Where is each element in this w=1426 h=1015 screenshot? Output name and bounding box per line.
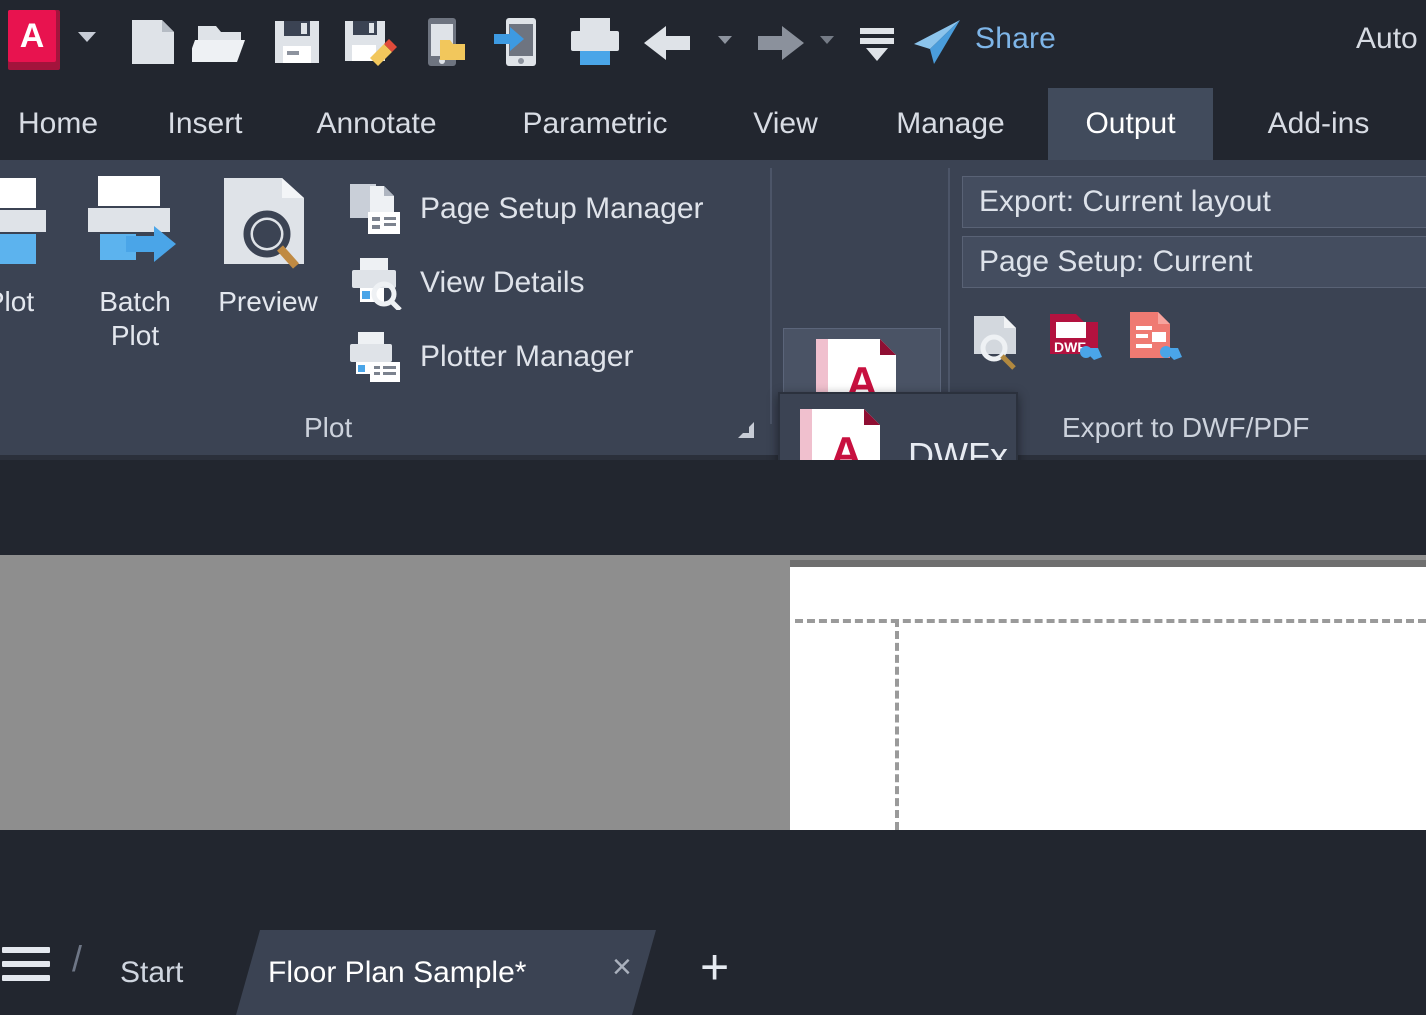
batch-plot-button[interactable]: Batch Plot [70,170,200,353]
view-details-icon [348,256,402,310]
panel-separator-2 [948,168,950,424]
printable-area-dashed-line-vertical [895,619,899,830]
preview-button[interactable]: Preview [200,170,336,319]
ribbon-tab-insert[interactable]: Insert [140,88,270,160]
plot-big-button[interactable]: Plot [0,170,70,319]
share-button[interactable] [908,14,966,70]
dwf-settings-button[interactable]: DWF [1046,310,1108,372]
ribbon-tab-bar: Home Insert Annotate Parametric View Man… [0,88,1426,160]
autodesk-logo-letter: A [8,10,56,62]
batch-plot-label-line1: Batch [70,285,200,319]
dwf-settings-icon: DWF [1046,310,1108,372]
ribbon-panel-area: Plot Batch Plot Preview [0,160,1426,460]
floppy-save-as-icon [340,14,398,70]
ribbon-tab-output[interactable]: Output [1048,88,1213,160]
view-details-label: View Details [420,266,585,300]
export-scope-value: Export: Current layout [979,185,1271,219]
printable-area-dashed-line-horizontal [795,619,1426,623]
paper-plane-icon [908,14,966,70]
qat-dropdown-icon [848,14,906,70]
undo-button[interactable] [642,14,700,70]
hamburger-menu-icon[interactable] [2,947,50,987]
dialog-launcher-icon [732,416,760,444]
ribbon-tab-parametric[interactable]: Parametric [486,88,704,160]
plotter-manager-item[interactable]: Plotter Manager [348,330,633,384]
save-to-web-mobile-button[interactable] [492,14,550,70]
preview-export-icon [970,310,1030,370]
folder-open-icon [192,14,250,70]
new-drawing-button[interactable] [124,14,182,70]
undo-dropdown-chevron-down-icon[interactable] [718,36,732,44]
file-tab-bar: / Start Floor Plan Sample* × + [0,460,1426,555]
file-tab-floor-plan-sample[interactable]: Floor Plan Sample* [268,930,526,1015]
redo-dropdown-chevron-down-icon[interactable] [820,36,834,44]
mobile-folder-icon [416,14,474,70]
ribbon-tab-view[interactable]: View [728,88,843,160]
undo-arrow-icon [642,14,700,70]
ribbon-tab-home[interactable]: Home [0,88,138,160]
page-icon [124,14,182,70]
redo-button[interactable] [748,14,806,70]
drawing-canvas[interactable] [0,555,1426,830]
pdf-settings-button[interactable] [1126,310,1188,372]
ribbon-tab-addins[interactable]: Add-ins [1236,88,1401,160]
share-label[interactable]: Share [975,22,1056,56]
save-as-button[interactable] [340,14,398,70]
plot-panel-title: Plot [304,412,352,444]
page-setup-manager-label: Page Setup Manager [420,192,704,226]
panel-separator [770,168,772,424]
page-setup-manager-item[interactable]: Page Setup Manager [348,182,704,236]
autodesk-logo-button[interactable]: A [8,10,60,70]
plot-big-button-label: Plot [0,285,70,319]
redo-arrow-icon [748,14,806,70]
ribbon-tab-manage[interactable]: Manage [868,88,1033,160]
file-tab-close-icon[interactable]: × [612,948,632,987]
view-details-item[interactable]: View Details [348,256,585,310]
save-drawing-button[interactable] [268,14,326,70]
file-tab-start[interactable]: Start [120,930,183,1015]
file-tab-separator: / [72,938,82,980]
ribbon-tab-annotate[interactable]: Annotate [284,88,469,160]
printer-icon [566,14,624,70]
page-setup-manager-icon [348,182,402,236]
quick-access-toolbar: A [0,0,1426,88]
open-drawing-button[interactable] [192,14,250,70]
application-menu-chevron-down-icon[interactable] [78,32,96,42]
plotter-manager-icon [348,330,402,384]
new-file-tab-button[interactable]: + [700,938,729,996]
floppy-save-icon [268,14,326,70]
product-name-label: Auto [1356,22,1418,56]
paper-sheet [790,567,1426,830]
export-scope-combo[interactable]: Export: Current layout [962,176,1426,228]
page-setup-combo[interactable]: Page Setup: Current [962,236,1426,288]
preview-icon [200,170,336,280]
batch-plot-label-line2: Plot [70,319,200,353]
mobile-arrow-icon [492,14,550,70]
export-preview-button[interactable] [970,310,1030,370]
plot-dialog-launcher-button[interactable] [732,416,760,444]
plot-button[interactable] [566,14,624,70]
export-panel-title: Export to DWF/PDF [1062,412,1309,444]
preview-label: Preview [200,285,336,319]
open-from-web-mobile-button[interactable] [416,14,474,70]
batch-plot-icon [70,170,200,280]
plotter-manager-label: Plotter Manager [420,340,633,374]
pdf-settings-icon [1126,310,1188,372]
plot-icon [0,170,70,280]
autocad-window: A [0,0,1426,830]
page-setup-value: Page Setup: Current [979,245,1253,279]
qat-overflow-button[interactable] [848,14,906,70]
